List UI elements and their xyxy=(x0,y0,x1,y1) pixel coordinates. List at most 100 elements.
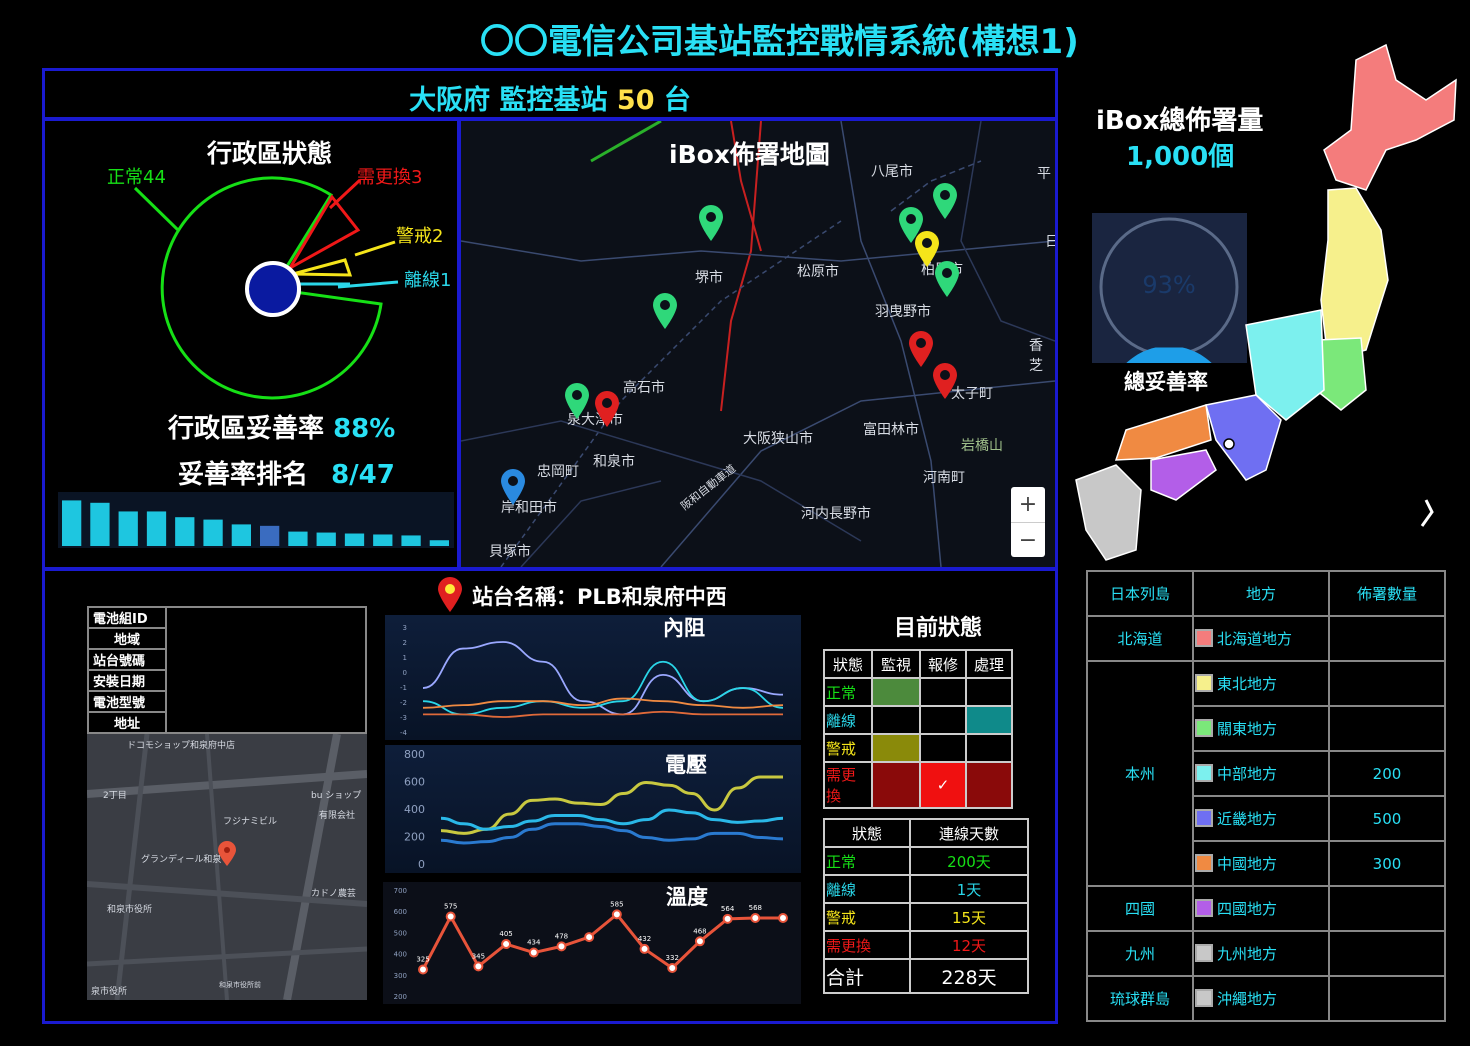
station-name: 站台名稱：PLB和泉府中西 xyxy=(472,585,727,609)
col-header: 地方 xyxy=(1192,570,1330,617)
rank-bar xyxy=(62,500,82,546)
row-label: 正常 xyxy=(823,846,911,876)
resistance-title: 內阻 xyxy=(663,616,705,640)
region-hokkaido xyxy=(1323,43,1457,191)
island-cell: 本州 xyxy=(1086,660,1194,887)
city-label: 堺市 xyxy=(695,270,723,286)
status-cell[interactable] xyxy=(919,733,967,763)
data-label: 575 xyxy=(444,903,457,911)
data-label: 332 xyxy=(666,954,679,962)
station-pin-icon xyxy=(438,577,462,612)
map-pin-icon[interactable] xyxy=(563,381,591,421)
y-tick-label: 700 xyxy=(394,887,407,895)
y-tick-label: 2 xyxy=(403,639,407,647)
field-label: 電池組ID xyxy=(87,606,167,629)
region-cell[interactable]: 中國地方 xyxy=(1192,840,1330,887)
status-cell[interactable] xyxy=(919,705,967,735)
zoom-out-button[interactable]: − xyxy=(1011,522,1045,558)
map-pin-icon[interactable] xyxy=(931,181,959,221)
status-cell[interactable] xyxy=(965,705,1013,735)
field-label: 地址 xyxy=(87,711,167,734)
city-label: 貝塚市 xyxy=(489,544,531,560)
y-tick-label: 300 xyxy=(394,972,407,980)
row-label: 正常 xyxy=(823,677,873,707)
city-label: 日 xyxy=(1045,234,1055,250)
region-cell[interactable]: 東北地方 xyxy=(1192,660,1330,707)
data-point xyxy=(722,913,733,924)
street-label: bu ショップ xyxy=(311,791,362,801)
status-cell[interactable] xyxy=(871,705,921,735)
rank-value: 8/47 xyxy=(331,460,395,490)
city-label: 富田林市 xyxy=(863,422,919,438)
region-cell[interactable]: 關東地方 xyxy=(1192,705,1330,752)
street-label: フジナミビル xyxy=(223,817,278,827)
temperature-chart-svg: 700 600 500 400 300 200 325 575 345 405 434 478 585 4… xyxy=(394,887,788,1001)
status-cell[interactable] xyxy=(871,733,921,763)
total-value: 228天 xyxy=(909,958,1029,994)
page-title: 〇〇電信公司基站監控戰情系統(構想1) xyxy=(480,22,1079,62)
row-label: 需更換 xyxy=(823,930,911,960)
connection-days-table: 狀態 連線天數 正常 200天 離線 1天 警戒 15天 需更換 12天 合計 … xyxy=(823,818,1029,994)
region-cell[interactable]: 沖繩地方 xyxy=(1192,975,1330,1022)
map-pin-icon[interactable] xyxy=(651,291,679,331)
map-pin-icon[interactable] xyxy=(933,259,961,299)
status-cell[interactable] xyxy=(871,761,921,809)
island-cell: 北海道 xyxy=(1086,615,1194,662)
data-label: 345 xyxy=(472,952,485,960)
street-label: グランディール和泉 xyxy=(141,855,222,865)
map-pin-icon[interactable] xyxy=(593,389,621,429)
status-cell[interactable] xyxy=(919,677,967,707)
region-cell[interactable]: 九州地方 xyxy=(1192,930,1330,977)
y-tick-label: 400 xyxy=(404,803,425,816)
city-label: 忠岡町 xyxy=(537,464,579,480)
legend-replace: 需更換3 xyxy=(357,167,423,188)
map-pin-icon[interactable] xyxy=(697,203,725,243)
data-label: 468 xyxy=(693,927,706,935)
region-cell[interactable]: 近畿地方 xyxy=(1192,795,1330,842)
rank-row: 妥善率排名 8/47 xyxy=(178,454,395,491)
rank-bar xyxy=(401,535,421,546)
row-label: 警戒 xyxy=(823,733,873,763)
data-label: 325 xyxy=(416,956,429,964)
field-label: 站台號碼 xyxy=(87,648,167,671)
col-header: 佈署數量 xyxy=(1328,570,1446,617)
deploy-map[interactable]: iBox佈署地圖 八尾市 堺市 松原市 柏原市 羽曳野市 香芝 高石市 泉大津市… xyxy=(461,121,1055,567)
region-label: 大阪府 監控基站 xyxy=(409,85,608,116)
status-cell[interactable] xyxy=(965,761,1013,809)
station-marker-icon[interactable] xyxy=(217,840,237,868)
col-header: 連線天數 xyxy=(909,818,1029,848)
city-label: 平 xyxy=(1037,166,1051,182)
street-label: カドノ農芸 xyxy=(311,889,356,899)
island-cell: 四國 xyxy=(1086,885,1194,932)
street-label: 有限会社 xyxy=(319,811,356,821)
data-point xyxy=(501,939,512,950)
col-header: 處理 xyxy=(965,649,1013,679)
map-pin-icon[interactable] xyxy=(931,361,959,401)
temperature-chart: 700 600 500 400 300 200 325 575 345 405 434 478 585 4… xyxy=(383,882,801,1004)
city-label: 香芝 xyxy=(1029,338,1043,374)
street-label: 2丁目 xyxy=(103,791,127,801)
status-cell[interactable] xyxy=(871,677,921,707)
count-cell: 200 xyxy=(1328,750,1446,797)
color-swatch xyxy=(1195,809,1213,827)
resistance-chart: 3 2 1 0 -1 -2 -3 -4 xyxy=(385,615,801,740)
region-cell[interactable]: 四國地方 xyxy=(1192,885,1330,932)
data-point xyxy=(528,947,539,958)
region-cell[interactable]: 中部地方 xyxy=(1192,750,1330,797)
status-cell[interactable] xyxy=(965,677,1013,707)
city-label: 和泉市 xyxy=(593,454,635,470)
voltage-chart-svg: 800 600 400 200 0 xyxy=(404,748,784,871)
japan-map[interactable] xyxy=(1066,40,1466,570)
col-header: 狀態 xyxy=(823,649,873,679)
zoom-in-button[interactable]: + xyxy=(1011,487,1045,522)
map-pin-icon[interactable] xyxy=(499,467,527,507)
days-value: 200天 xyxy=(909,846,1029,876)
resistance-chart-svg: 3 2 1 0 -1 -2 -3 -4 xyxy=(400,624,784,737)
data-label: 432 xyxy=(638,935,651,943)
status-cell[interactable] xyxy=(965,733,1013,763)
pie-center xyxy=(245,261,301,317)
street-map[interactable]: ドコモショップ和泉府中店 2丁目 フジナミビル グランディール和泉 和泉市役所 … xyxy=(87,734,367,1000)
island-cell: 琉球群島 xyxy=(1086,975,1194,1022)
region-cell[interactable]: 北海道地方 xyxy=(1192,615,1330,662)
check-cell[interactable]: ✓ xyxy=(919,761,967,809)
